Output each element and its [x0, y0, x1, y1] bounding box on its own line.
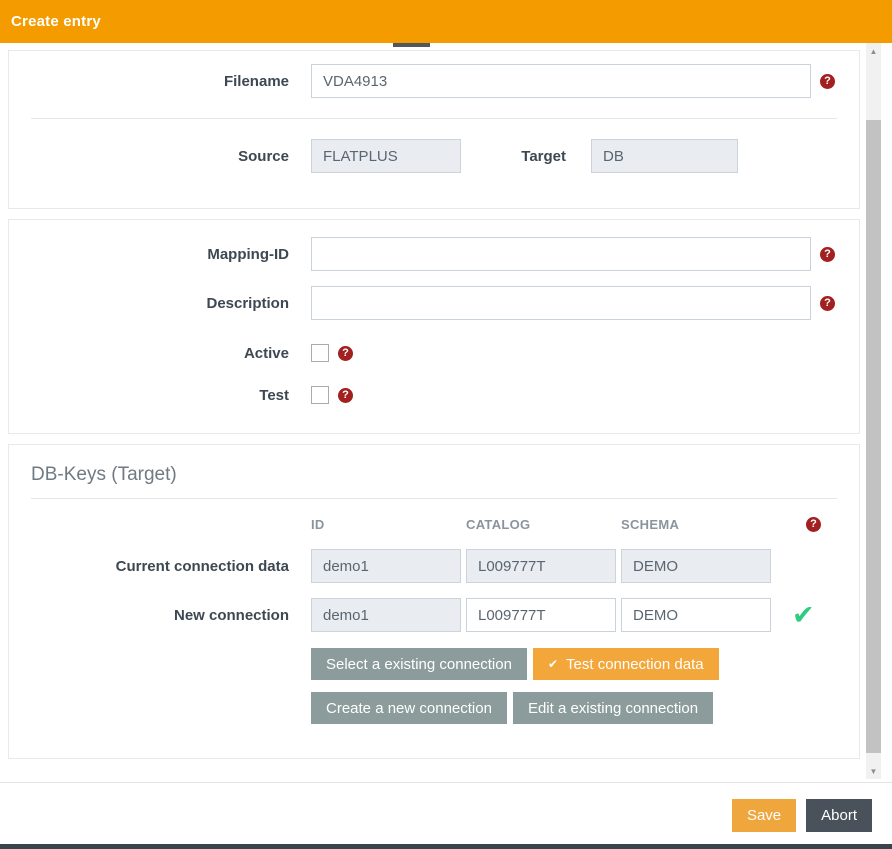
scroll-up-icon[interactable]: ▲ [866, 43, 881, 59]
new-schema-input[interactable] [621, 598, 771, 632]
test-row: Test ? [9, 386, 859, 404]
source-label: Source [9, 148, 311, 165]
current-catalog-input [466, 549, 616, 583]
select-existing-connection-button[interactable]: Select a existing connection [311, 648, 527, 680]
connection-valid-check-icon: ✔ [792, 602, 815, 629]
filename-label: Filename [9, 73, 311, 90]
db-buttons-row-1: Select a existing connection ✔ Test conn… [311, 648, 859, 680]
create-new-connection-button[interactable]: Create a new connection [311, 692, 507, 724]
check-icon: ✔ [548, 657, 558, 671]
dialog-title: Create entry [11, 13, 101, 30]
description-label: Description [9, 295, 311, 312]
edit-existing-connection-button[interactable]: Edit a existing connection [513, 692, 713, 724]
test-checkbox[interactable] [311, 386, 329, 404]
help-icon[interactable]: ? [806, 517, 821, 532]
help-icon[interactable]: ? [338, 346, 353, 361]
active-label: Active [9, 345, 311, 362]
new-connection-row: New connection ✔ [9, 598, 859, 632]
window-bottom-edge [0, 844, 892, 849]
filename-input[interactable] [311, 64, 811, 98]
source-target-row: Source Target [9, 139, 859, 173]
target-label: Target [521, 148, 591, 165]
db-keys-title: DB-Keys (Target) [31, 462, 837, 499]
help-icon[interactable]: ? [820, 296, 835, 311]
divider [31, 118, 837, 119]
dialog-footer: Save Abort [0, 782, 892, 844]
save-button[interactable]: Save [732, 799, 796, 832]
panel-file-info: Filename ? Source Target [8, 50, 860, 209]
column-header-schema: SCHEMA [621, 517, 771, 532]
active-checkbox[interactable] [311, 344, 329, 362]
help-icon[interactable]: ? [820, 247, 835, 262]
description-input[interactable] [311, 286, 811, 320]
current-connection-row: Current connection data [9, 549, 859, 583]
panel-db-keys: DB-Keys (Target) ID CATALOG SCHEMA ? Cur… [8, 444, 860, 759]
help-icon[interactable]: ? [820, 74, 835, 89]
mapping-id-input[interactable] [311, 237, 811, 271]
mapping-id-row: Mapping-ID ? [9, 237, 859, 271]
target-input [591, 139, 738, 173]
current-connection-label: Current connection data [9, 558, 311, 575]
current-id-input [311, 549, 461, 583]
new-id-input [311, 598, 461, 632]
mapping-id-label: Mapping-ID [9, 246, 311, 263]
vertical-scrollbar[interactable]: ▲ ▼ [866, 43, 881, 779]
scroll-down-icon[interactable]: ▼ [866, 763, 881, 779]
db-keys-header-row: ID CATALOG SCHEMA ? [9, 517, 859, 532]
dialog-header: Create entry [0, 0, 892, 43]
new-catalog-input[interactable] [466, 598, 616, 632]
test-connection-button[interactable]: ✔ Test connection data [533, 648, 719, 680]
current-schema-input [621, 549, 771, 583]
db-buttons-row-2: Create a new connection Edit a existing … [311, 692, 859, 724]
panel-mapping: Mapping-ID ? Description ? Active ? Test… [8, 219, 860, 434]
test-label: Test [9, 387, 311, 404]
new-connection-label: New connection [9, 607, 311, 624]
scrollbar-thumb[interactable] [866, 120, 881, 753]
form-content: Filename ? Source Target Mapping-ID ? De… [0, 43, 866, 759]
active-row: Active ? [9, 344, 859, 362]
test-connection-label: Test connection data [566, 656, 704, 673]
create-entry-dialog: Create entry Filename ? Source Target Ma… [0, 0, 892, 849]
filename-row: Filename ? [9, 64, 859, 98]
description-row: Description ? [9, 286, 859, 320]
column-header-catalog: CATALOG [466, 517, 616, 532]
help-icon[interactable]: ? [338, 388, 353, 403]
column-header-id: ID [311, 517, 461, 532]
source-input [311, 139, 461, 173]
abort-button[interactable]: Abort [806, 799, 872, 832]
